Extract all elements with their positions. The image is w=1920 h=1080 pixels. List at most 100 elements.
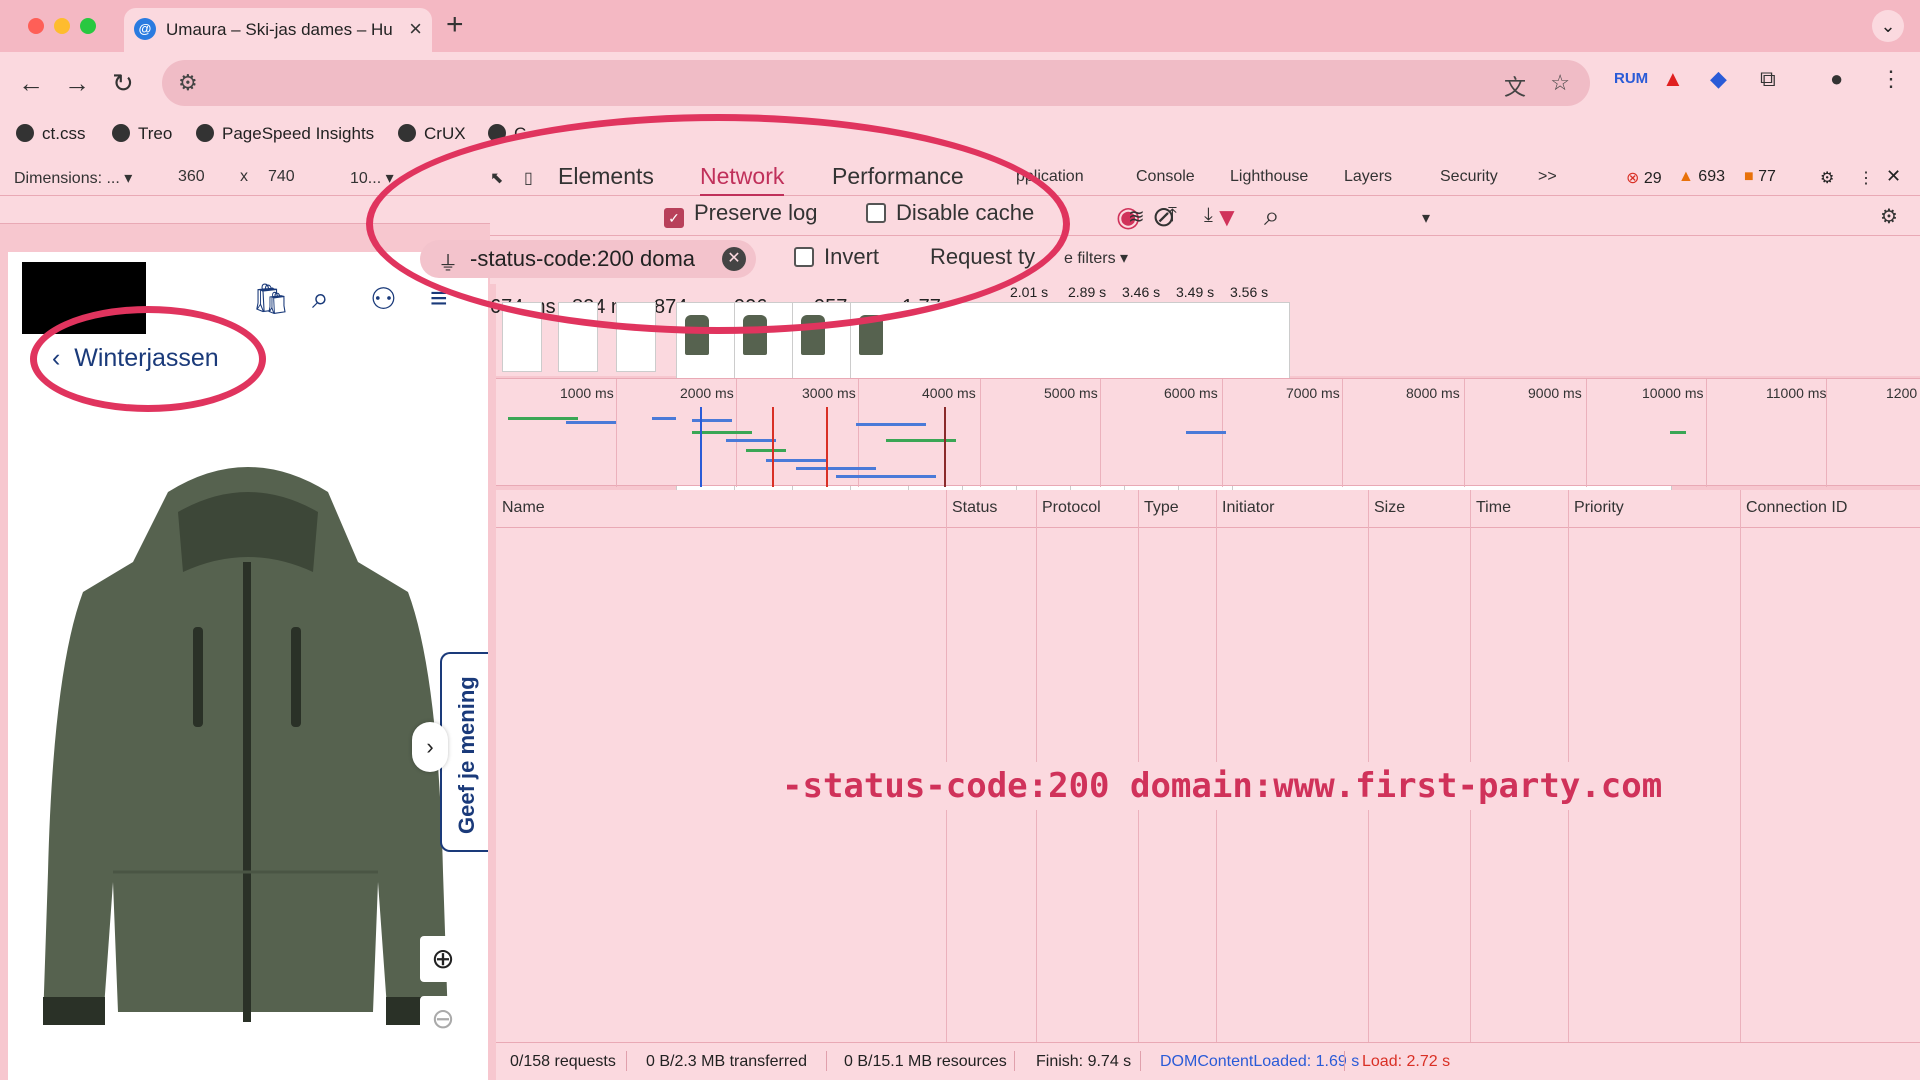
- device-toggle-icon[interactable]: ▯: [524, 168, 533, 188]
- close-window-button[interactable]: [28, 18, 44, 34]
- funnel-icon: ⏚: [438, 253, 458, 275]
- network-overview[interactable]: 1000 ms 2000 ms 3000 ms 4000 ms 5000 ms …: [496, 378, 1920, 487]
- globe-icon: [16, 124, 34, 142]
- request-types-dropdown[interactable]: Request ty: [930, 244, 1035, 270]
- filmstrip-frame[interactable]: [558, 302, 598, 372]
- device-ruler: [0, 196, 490, 224]
- site-logo[interactable]: [22, 262, 146, 334]
- account-icon[interactable]: ⚇: [370, 282, 397, 317]
- overview-tick: 6000 ms: [1164, 385, 1218, 401]
- devtools-tabbar: ⬉ ▯ Elements Network Performance pplicat…: [490, 158, 1920, 196]
- issue-count[interactable]: ■ 77: [1744, 168, 1776, 186]
- dimensions-dropdown[interactable]: Dimensions: ... ▾: [14, 168, 132, 188]
- column-initiator[interactable]: Initiator: [1222, 499, 1274, 517]
- more-tabs-icon[interactable]: >>: [1538, 168, 1557, 186]
- clear-filter-icon[interactable]: ✕: [722, 247, 746, 271]
- filter-icon[interactable]: ▼: [1214, 202, 1240, 233]
- profile-avatar-icon[interactable]: ●: [1830, 66, 1843, 92]
- forward-icon[interactable]: →: [64, 68, 90, 99]
- browser-tab[interactable]: @ Umaura – Ski-jas dames – Hu ×: [124, 8, 432, 52]
- kebab-menu-icon[interactable]: ⋮: [1880, 66, 1902, 92]
- device-height-input[interactable]: 740: [268, 168, 295, 186]
- reload-icon[interactable]: ↻: [112, 68, 134, 99]
- devtools-settings-icon[interactable]: ⚙: [1820, 168, 1834, 188]
- translate-icon[interactable]: 文: [1504, 70, 1526, 102]
- filmstrip-frame[interactable]: [502, 302, 542, 372]
- back-icon[interactable]: ←: [18, 68, 44, 99]
- menu-icon[interactable]: ≡: [430, 282, 448, 316]
- error-count[interactable]: ⊗ 29: [1626, 168, 1662, 188]
- globe-icon: [398, 124, 416, 142]
- filmstrip-time: 2.89 s: [1068, 284, 1107, 300]
- filmstrip-frame[interactable]: [616, 302, 656, 372]
- column-priority[interactable]: Priority: [1574, 499, 1624, 517]
- disable-cache-checkbox[interactable]: Disable cache: [866, 200, 1034, 226]
- tab-network[interactable]: Network: [700, 158, 785, 196]
- address-bar[interactable]: ⚙ 文 ☆: [162, 60, 1590, 106]
- device-width-input[interactable]: 360: [178, 168, 205, 186]
- bookmark-treo[interactable]: Treo: [112, 124, 172, 144]
- maximize-window-button[interactable]: [80, 18, 96, 34]
- close-devtools-icon[interactable]: ✕: [1886, 166, 1901, 187]
- network-conditions-icon[interactable]: ≋: [1128, 204, 1145, 229]
- overview-tick: 8000 ms: [1406, 385, 1460, 401]
- bookmark-star-icon[interactable]: ☆: [1550, 70, 1570, 96]
- devtools-menu-icon[interactable]: ⋮: [1858, 168, 1874, 188]
- mobile-viewport: 🛍 ⌕ ⚇ ≡ ‹ Winterjassen Geef je mening › …: [8, 252, 488, 1080]
- search-icon[interactable]: ⌕: [312, 282, 329, 316]
- import-har-icon[interactable]: ⤒: [1168, 204, 1177, 227]
- throttling-dropdown-icon[interactable]: ▾: [1422, 208, 1430, 228]
- column-time[interactable]: Time: [1476, 499, 1511, 517]
- next-image-chevron-icon[interactable]: ›: [412, 722, 448, 772]
- cart-icon[interactable]: 🛍: [252, 282, 290, 317]
- column-status[interactable]: Status: [952, 499, 997, 517]
- minimize-window-button[interactable]: [54, 18, 70, 34]
- load-marker: [826, 407, 828, 487]
- product-image[interactable]: [28, 452, 468, 1032]
- extensions-puzzle-icon[interactable]: ⧉: [1760, 66, 1776, 92]
- zoom-in-icon[interactable]: ⊕: [420, 936, 466, 982]
- column-protocol[interactable]: Protocol: [1042, 499, 1101, 517]
- warning-count[interactable]: ▲ 693: [1678, 168, 1725, 186]
- warning-extension-icon[interactable]: ▲: [1662, 66, 1684, 92]
- breadcrumb-back-link[interactable]: ‹ Winterjassen: [52, 344, 219, 373]
- bookmark-ct-css[interactable]: ct.css: [16, 124, 85, 144]
- column-connection-id[interactable]: Connection ID: [1746, 499, 1847, 517]
- zoom-dropdown[interactable]: 10... ▾: [350, 168, 394, 188]
- new-tab-icon[interactable]: +: [446, 8, 464, 42]
- bookmark-other[interactable]: C: [488, 124, 526, 144]
- tag-extension-icon[interactable]: ◆: [1710, 66, 1727, 92]
- column-name[interactable]: Name: [502, 499, 545, 517]
- network-status-bar: 0/158 requests 0 B/2.3 MB transferred 0 …: [496, 1042, 1920, 1080]
- tab-elements[interactable]: Elements: [558, 158, 654, 194]
- tab-layers[interactable]: Layers: [1344, 168, 1392, 186]
- site-settings-icon[interactable]: ⚙: [178, 70, 198, 96]
- tab-security[interactable]: Security: [1440, 168, 1498, 186]
- bookmark-pagespeed[interactable]: PageSpeed Insights: [196, 124, 374, 144]
- export-har-icon[interactable]: ⤓: [1204, 204, 1213, 227]
- more-filters-dropdown[interactable]: e filters ▾: [1064, 248, 1128, 268]
- preserve-log-checkbox[interactable]: ✓ Preserve log: [664, 200, 818, 228]
- zoom-out-icon[interactable]: ⊖: [420, 996, 466, 1042]
- column-type[interactable]: Type: [1144, 499, 1179, 517]
- tab-search-chevron-icon[interactable]: ⌄: [1872, 10, 1904, 42]
- column-size[interactable]: Size: [1374, 499, 1405, 517]
- filter-input[interactable]: ⏚ -status-code:200 doma ✕: [420, 240, 756, 278]
- inspect-element-icon[interactable]: ⬉: [490, 168, 503, 188]
- status-load: Load: 2.72 s: [1362, 1053, 1451, 1070]
- tab-application[interactable]: pplication: [1016, 168, 1084, 186]
- tab-performance[interactable]: Performance: [832, 158, 964, 194]
- overview-tick: 1000 ms: [560, 385, 614, 401]
- requests-table-header: Name Status Protocol Type Initiator Size…: [496, 490, 1920, 528]
- tab-lighthouse[interactable]: Lighthouse: [1230, 168, 1308, 186]
- device-toolbar: Dimensions: ... ▾ 360 x 740 10... ▾: [0, 158, 490, 196]
- search-icon[interactable]: ⌕: [1264, 200, 1280, 233]
- tab-console[interactable]: Console: [1136, 168, 1195, 186]
- network-settings-icon[interactable]: ⚙: [1880, 204, 1898, 229]
- bookmark-crux[interactable]: CrUX: [398, 124, 466, 144]
- close-tab-icon[interactable]: ×: [409, 16, 422, 42]
- waterfall-bar: [1670, 431, 1686, 434]
- rum-extension-icon[interactable]: RUM: [1614, 70, 1648, 87]
- invert-checkbox[interactable]: Invert: [794, 244, 879, 270]
- overview-tick: 5000 ms: [1044, 385, 1098, 401]
